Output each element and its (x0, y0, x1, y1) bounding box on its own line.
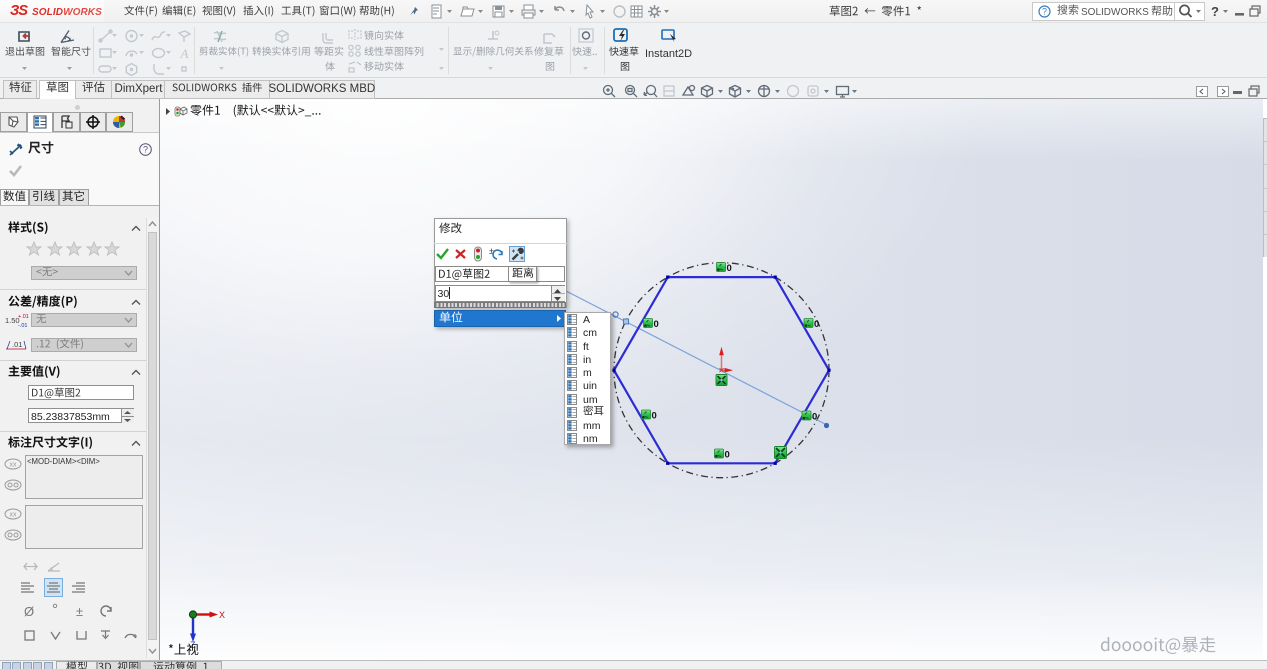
svg-text:xx: xx (10, 462, 18, 469)
svg-text:0: 0 (727, 263, 732, 274)
svg-text:X: X (219, 610, 225, 620)
svg-text:+.01: +.01 (18, 314, 29, 320)
svg-text:0: 0 (652, 411, 657, 422)
svg-text:xx: xx (10, 512, 18, 519)
svg-text:0: 0 (814, 319, 819, 330)
svg-text:?: ? (1042, 7, 1047, 17)
svg-text:0: 0 (654, 319, 659, 330)
svg-text:?: ? (143, 145, 148, 155)
svg-text:0: 0 (812, 412, 817, 423)
svg-text:A: A (180, 46, 189, 60)
svg-text:-.01: -.01 (18, 323, 27, 328)
svg-text:.01: .01 (12, 340, 22, 349)
svg-text:0: 0 (725, 450, 730, 461)
